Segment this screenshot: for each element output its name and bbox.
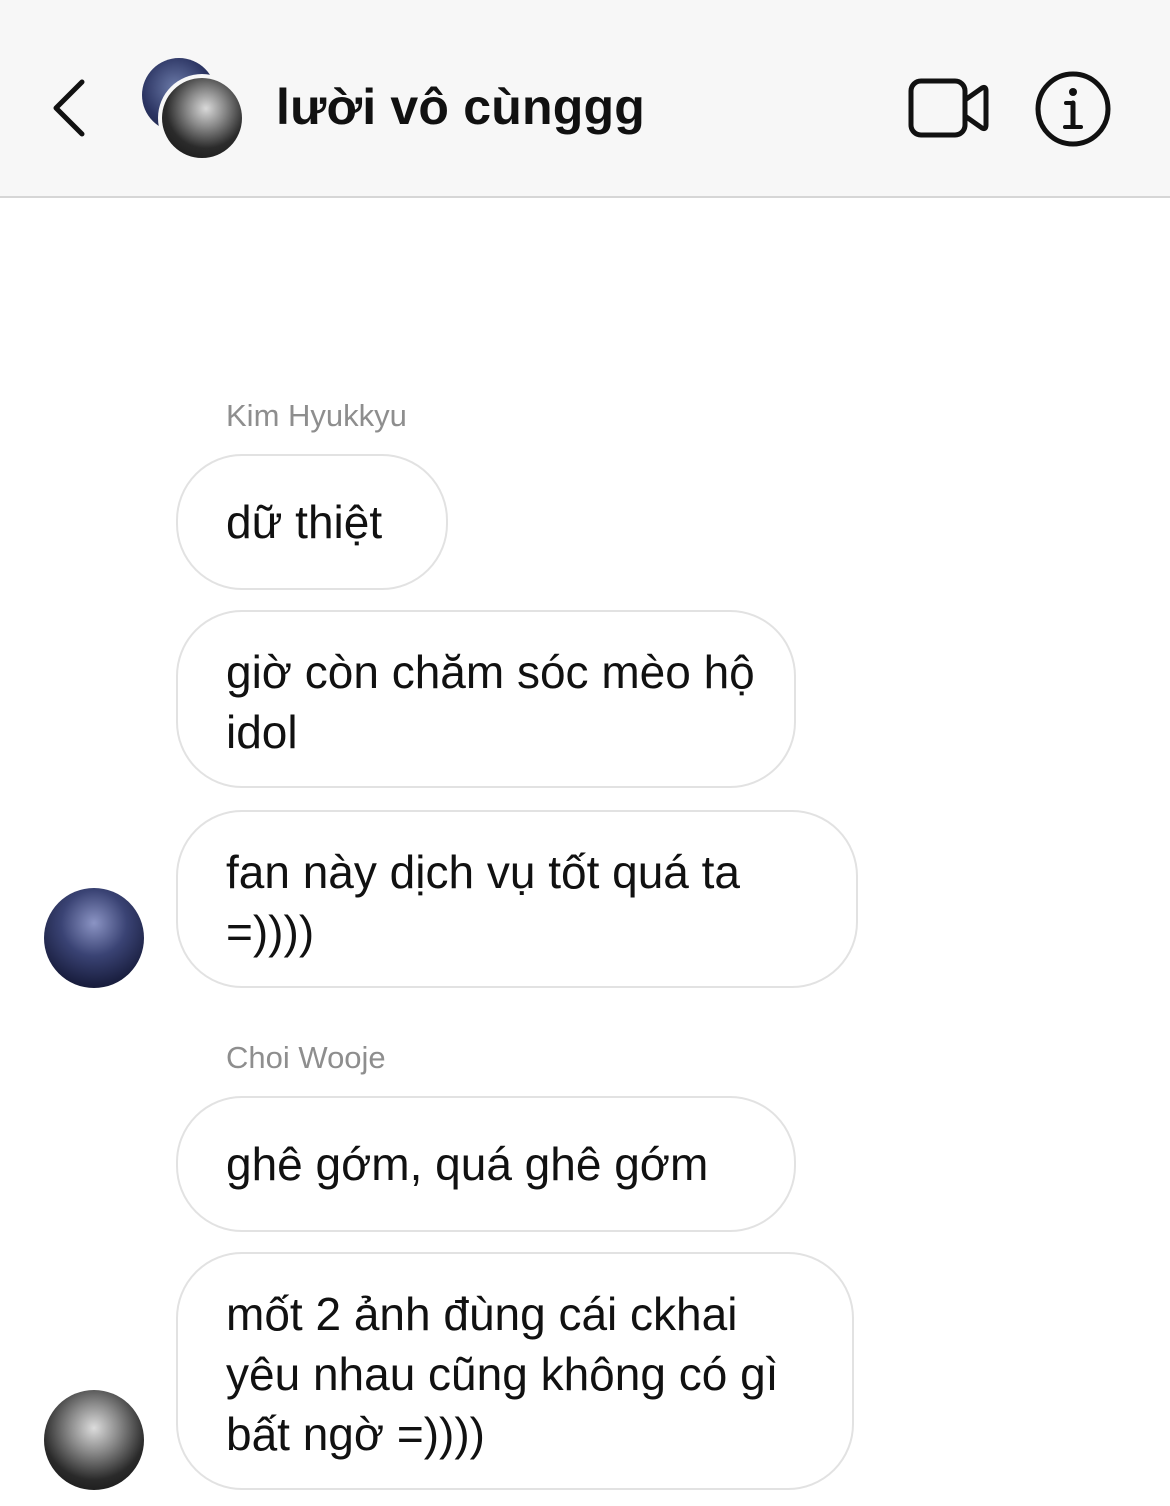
- message-bubble[interactable]: ghê gớm, quá ghê gớm: [176, 1096, 796, 1232]
- message-text: ghê gớm, quá ghê gớm: [226, 1138, 709, 1190]
- avatar[interactable]: [44, 888, 144, 988]
- back-button[interactable]: [40, 70, 100, 146]
- info-icon: [1035, 71, 1111, 147]
- chevron-left-icon: [53, 79, 85, 137]
- message-text: fan này dịch vụ tốt quá ta =)))): [226, 846, 741, 958]
- message-text: dữ thiệt: [226, 496, 383, 548]
- video-call-button[interactable]: [908, 78, 990, 138]
- group-avatar[interactable]: [142, 58, 246, 162]
- video-camera-icon: [908, 78, 989, 138]
- sender-name: Choi Wooje: [226, 1040, 386, 1075]
- avatar[interactable]: [44, 1390, 144, 1490]
- message-bubble[interactable]: dữ thiệt: [176, 454, 448, 590]
- message-bubble[interactable]: fan này dịch vụ tốt quá ta =)))): [176, 810, 858, 988]
- chat-title[interactable]: lười vô cùnggg: [276, 78, 645, 136]
- chat-header: lười vô cùnggg: [0, 0, 1170, 198]
- message-text: mốt 2 ảnh đùng cái ckhai yêu nhau cũng k…: [226, 1288, 779, 1460]
- sender-name: Kim Hyukkyu: [226, 398, 407, 433]
- info-button[interactable]: [1034, 70, 1112, 148]
- message-bubble[interactable]: mốt 2 ảnh đùng cái ckhai yêu nhau cũng k…: [176, 1252, 854, 1490]
- message-text: giờ còn chăm sóc mèo hộ idol: [226, 646, 755, 758]
- group-avatar-member-2: [158, 74, 246, 162]
- message-bubble[interactable]: giờ còn chăm sóc mèo hộ idol: [176, 610, 796, 788]
